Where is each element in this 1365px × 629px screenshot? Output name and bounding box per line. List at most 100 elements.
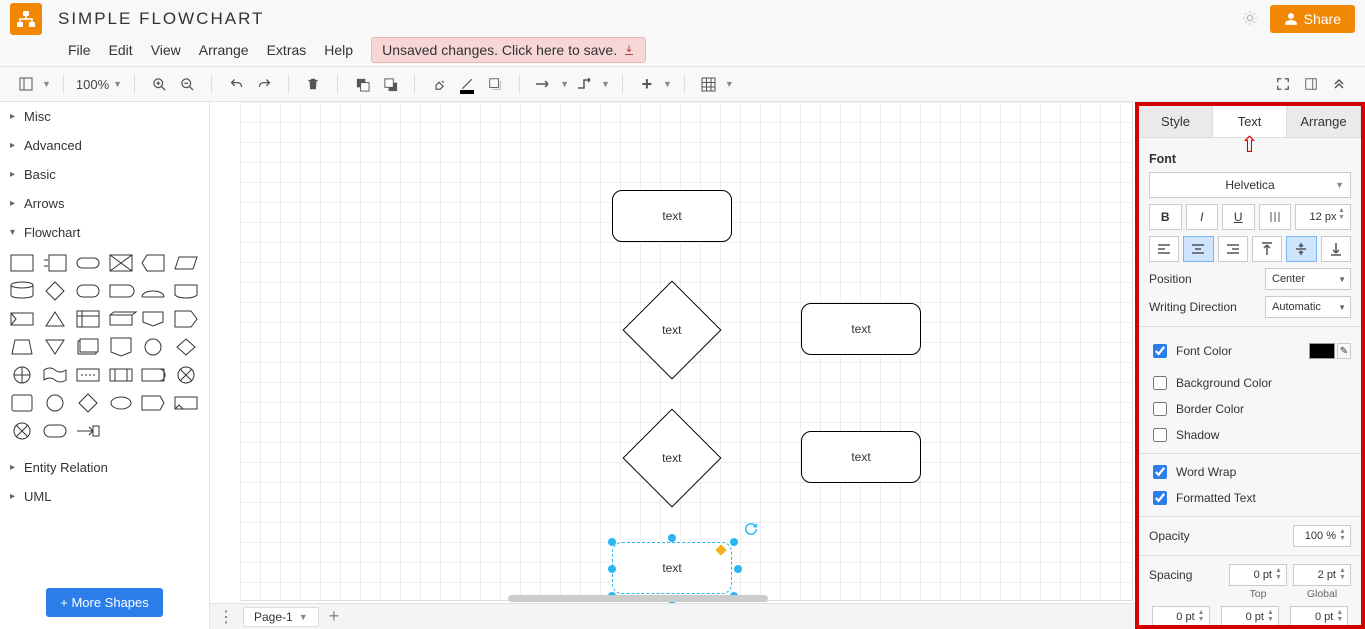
- shape-swatch[interactable]: [107, 251, 135, 275]
- shape-swatch[interactable]: [8, 279, 36, 303]
- shape-swatch[interactable]: [74, 419, 102, 443]
- shape-swatch[interactable]: [8, 391, 36, 415]
- shape-swatch[interactable]: [107, 363, 135, 387]
- redo-button[interactable]: [252, 72, 276, 96]
- shape-swatch[interactable]: [139, 335, 167, 359]
- add-page-button[interactable]: +: [329, 606, 340, 627]
- menu-arrange[interactable]: Arrange: [199, 42, 249, 58]
- resize-handle[interactable]: [734, 565, 742, 573]
- chevron-down-icon[interactable]: ▼: [560, 79, 569, 89]
- page-tab[interactable]: Page-1▼: [243, 607, 319, 627]
- menu-extras[interactable]: Extras: [267, 42, 307, 58]
- shape-swatch[interactable]: [8, 419, 36, 443]
- shape-swatch[interactable]: [139, 307, 167, 331]
- table-button[interactable]: [697, 72, 721, 96]
- valign-top-button[interactable]: [1252, 236, 1282, 262]
- insert-button[interactable]: +: [635, 72, 659, 96]
- more-shapes-button[interactable]: + More Shapes: [46, 588, 163, 617]
- resize-handle[interactable]: [608, 565, 616, 573]
- background-color-checkbox[interactable]: Background Color: [1149, 373, 1351, 393]
- shape-swatch[interactable]: [41, 391, 69, 415]
- font-family-select[interactable]: Helvetica▼: [1149, 172, 1351, 198]
- fullscreen-button[interactable]: [1271, 72, 1295, 96]
- italic-button[interactable]: I: [1186, 204, 1219, 230]
- flowchart-node[interactable]: text: [612, 190, 732, 242]
- shape-swatch[interactable]: [74, 335, 102, 359]
- spacing-top-input[interactable]: 0 pt▲▼: [1229, 564, 1287, 586]
- save-banner[interactable]: Unsaved changes. Click here to save.: [371, 37, 646, 63]
- shape-swatch[interactable]: [172, 307, 200, 331]
- theme-icon[interactable]: [1242, 10, 1260, 28]
- shape-swatch[interactable]: [41, 251, 69, 275]
- chevron-down-icon[interactable]: ▼: [663, 79, 672, 89]
- shape-swatch[interactable]: [74, 307, 102, 331]
- shape-swatch[interactable]: [139, 363, 167, 387]
- bold-button[interactable]: B: [1149, 204, 1182, 230]
- resize-handle[interactable]: [668, 534, 676, 542]
- font-size-input[interactable]: 12 px▲▼: [1295, 204, 1351, 230]
- valign-bottom-button[interactable]: [1321, 236, 1351, 262]
- shape-swatch[interactable]: [139, 251, 167, 275]
- shadow-button[interactable]: [483, 72, 507, 96]
- resize-handle[interactable]: [608, 538, 616, 546]
- tab-text[interactable]: Text ⇧: [1213, 106, 1287, 137]
- shape-swatch[interactable]: [8, 307, 36, 331]
- border-color-checkbox[interactable]: Border Color: [1149, 399, 1351, 419]
- font-color-swatch[interactable]: [1309, 343, 1335, 359]
- flowchart-node[interactable]: text: [801, 431, 921, 483]
- menu-edit[interactable]: Edit: [109, 42, 133, 58]
- shape-swatch[interactable]: [41, 363, 69, 387]
- shape-swatch[interactable]: [8, 251, 36, 275]
- formatted-text-checkbox[interactable]: Formatted Text: [1149, 488, 1351, 508]
- shape-swatch[interactable]: [8, 363, 36, 387]
- shape-swatch[interactable]: [172, 335, 200, 359]
- shape-swatch[interactable]: [172, 251, 200, 275]
- shape-swatch[interactable]: [139, 279, 167, 303]
- shape-swatch[interactable]: [41, 307, 69, 331]
- category-basic[interactable]: ▸Basic: [0, 160, 209, 189]
- shape-swatch[interactable]: [172, 363, 200, 387]
- resize-handle[interactable]: [730, 538, 738, 546]
- shape-swatch[interactable]: [41, 419, 69, 443]
- zoom-select[interactable]: 100%▼: [76, 77, 122, 92]
- category-advanced[interactable]: ▸Advanced: [0, 131, 209, 160]
- shape-swatch[interactable]: [107, 307, 135, 331]
- collapse-button[interactable]: [1327, 72, 1351, 96]
- category-misc[interactable]: ▸Misc: [0, 102, 209, 131]
- shape-swatch[interactable]: [41, 279, 69, 303]
- tab-arrange[interactable]: Arrange: [1287, 106, 1361, 137]
- font-color-checkbox[interactable]: Font Color: [1149, 341, 1232, 361]
- horizontal-scrollbar[interactable]: [240, 593, 1133, 603]
- writing-direction-select[interactable]: Automatic▼: [1265, 296, 1351, 318]
- shape-swatch[interactable]: [139, 391, 167, 415]
- shadow-checkbox[interactable]: Shadow: [1149, 425, 1351, 445]
- category-flowchart[interactable]: ▾Flowchart: [0, 218, 209, 247]
- app-logo[interactable]: [10, 3, 42, 35]
- flowchart-node[interactable]: text: [801, 303, 921, 355]
- chevron-down-icon[interactable]: ▼: [42, 79, 51, 89]
- document-title[interactable]: SIMPLE FLOWCHART: [58, 9, 264, 29]
- canvas[interactable]: text text text text text text ⋮ Page-1▼ …: [210, 102, 1135, 629]
- connection-button[interactable]: [532, 72, 556, 96]
- zoom-in-button[interactable]: [147, 72, 171, 96]
- fill-color-button[interactable]: [427, 72, 451, 96]
- line-color-button[interactable]: [455, 72, 479, 96]
- undo-button[interactable]: [224, 72, 248, 96]
- zoom-out-button[interactable]: [175, 72, 199, 96]
- chevron-down-icon[interactable]: ▼: [725, 79, 734, 89]
- rotate-handle[interactable]: [744, 522, 756, 534]
- shape-swatch[interactable]: [74, 251, 102, 275]
- to-front-button[interactable]: [350, 72, 374, 96]
- chevron-down-icon[interactable]: ▼: [601, 79, 610, 89]
- flowchart-node-selected[interactable]: text: [612, 542, 732, 594]
- spacing-left-input[interactable]: 0 pt▲▼: [1152, 606, 1210, 625]
- word-wrap-checkbox[interactable]: Word Wrap: [1149, 462, 1351, 482]
- valign-middle-button[interactable]: [1286, 236, 1316, 262]
- category-entity[interactable]: ▸Entity Relation: [0, 453, 209, 482]
- shape-swatch[interactable]: [41, 335, 69, 359]
- shape-swatch[interactable]: [172, 391, 200, 415]
- view-mode-button[interactable]: [14, 72, 38, 96]
- menu-file[interactable]: File: [68, 42, 91, 58]
- position-select[interactable]: Center▼: [1265, 268, 1351, 290]
- align-left-button[interactable]: [1149, 236, 1179, 262]
